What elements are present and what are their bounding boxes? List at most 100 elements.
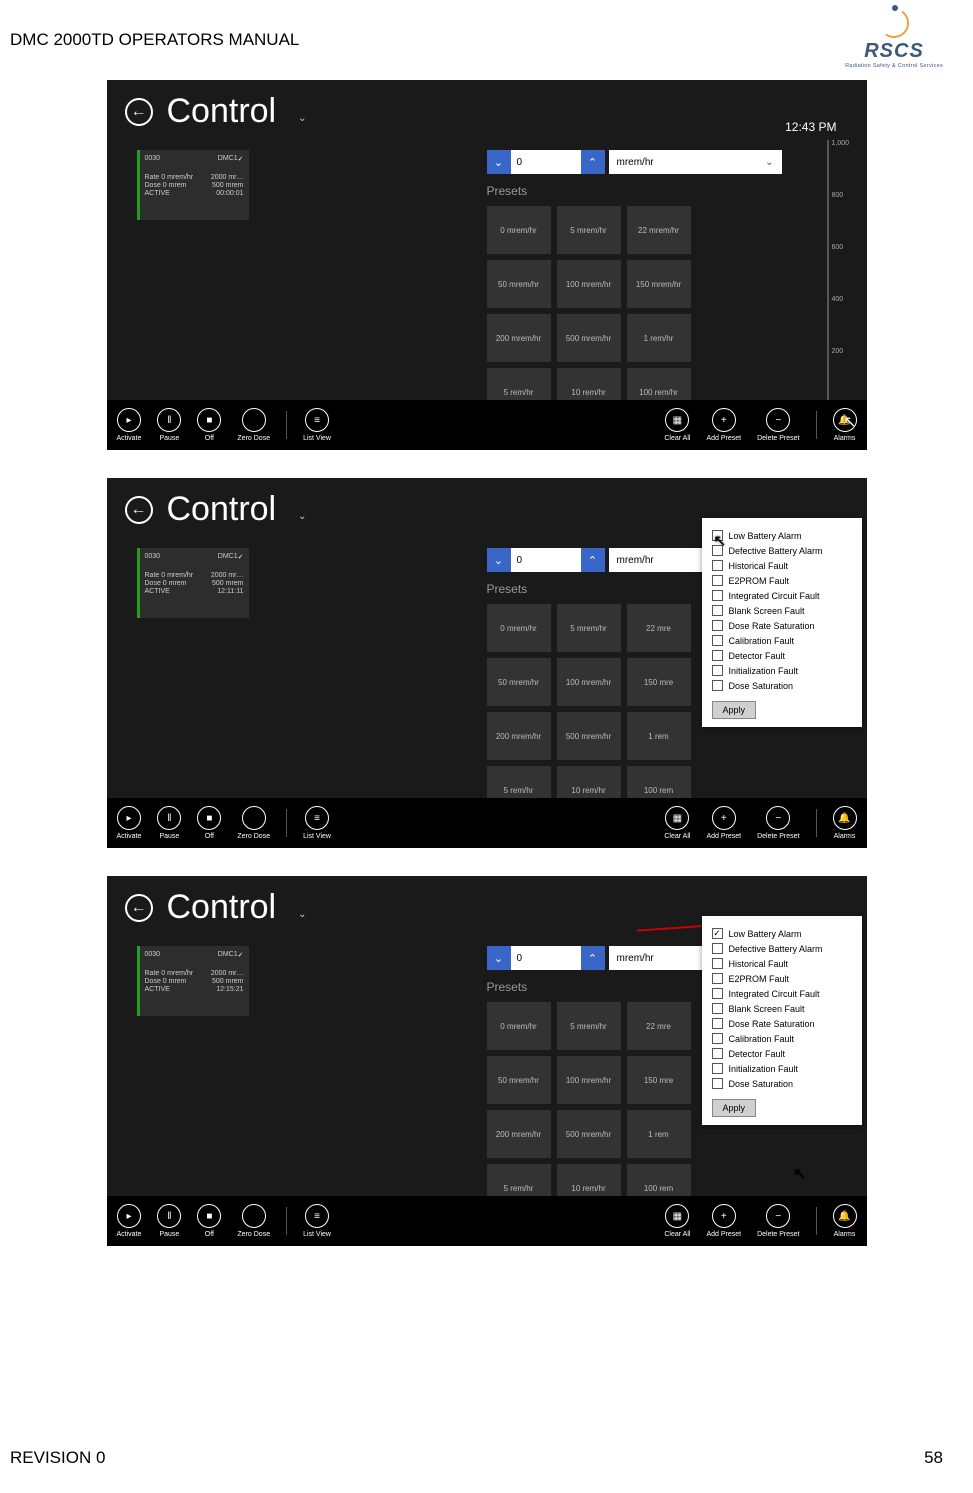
zero-dose-button[interactable]: Zero Dose	[237, 408, 270, 442]
checkbox[interactable]	[712, 530, 723, 541]
alarm-option[interactable]: Dose Rate Saturation	[712, 620, 852, 631]
activate-button[interactable]: ▸Activate	[117, 806, 142, 840]
alarm-option[interactable]: Dose Saturation	[712, 680, 852, 691]
zero-dose-button[interactable]: Zero Dose	[237, 806, 270, 840]
preset-button[interactable]: 150 mrem/hr	[627, 260, 691, 308]
preset-button[interactable]: 150 mre	[627, 1056, 691, 1104]
alarm-option[interactable]: Calibration Fault	[712, 1033, 852, 1044]
pause-button[interactable]: ‖Pause	[157, 408, 181, 442]
delete-preset-button[interactable]: −Delete Preset	[757, 408, 799, 442]
list-view-button[interactable]: ≡List View	[303, 806, 331, 840]
spinner-value-input[interactable]: 0	[511, 548, 581, 572]
pause-button[interactable]: ‖Pause	[157, 806, 181, 840]
preset-button[interactable]: 100 mrem/hr	[557, 1056, 621, 1104]
checkbox[interactable]	[712, 590, 723, 601]
preset-button[interactable]: 200 mrem/hr	[487, 1110, 551, 1158]
alarm-option[interactable]: Calibration Fault	[712, 635, 852, 646]
preset-button[interactable]: 500 mrem/hr	[557, 712, 621, 760]
clear-all-button[interactable]: ▦Clear All	[664, 408, 690, 442]
alarm-option[interactable]: Blank Screen Fault	[712, 1003, 852, 1014]
preset-button[interactable]: 500 mrem/hr	[557, 314, 621, 362]
checkbox[interactable]	[712, 575, 723, 586]
preset-button[interactable]: 0 mrem/hr	[487, 206, 551, 254]
spinner-up-button[interactable]: ⌃	[581, 946, 605, 970]
add-preset-button[interactable]: +Add Preset	[706, 806, 741, 840]
delete-preset-button[interactable]: −Delete Preset	[757, 1204, 799, 1238]
alarm-option[interactable]: Dose Rate Saturation	[712, 1018, 852, 1029]
spinner-value-input[interactable]: 0	[511, 946, 581, 970]
alarm-option[interactable]: ✓Low Battery Alarm	[712, 928, 852, 939]
checkbox[interactable]	[712, 680, 723, 691]
preset-button[interactable]: 5 mrem/hr	[557, 1002, 621, 1050]
spinner-up-button[interactable]: ⌃	[581, 150, 605, 174]
apply-button[interactable]: Apply	[712, 701, 757, 719]
activate-button[interactable]: ▸Activate	[117, 1204, 142, 1238]
alarm-option[interactable]: Defective Battery Alarm	[712, 943, 852, 954]
apply-button[interactable]: Apply	[712, 1099, 757, 1117]
back-button[interactable]: ←	[125, 894, 153, 922]
alarm-option[interactable]: Initialization Fault	[712, 665, 852, 676]
checkbox[interactable]	[712, 1033, 723, 1044]
alarm-option[interactable]: Low Battery Alarm	[712, 530, 852, 541]
alarms-button[interactable]: 🔔Alarms	[833, 806, 857, 840]
checkbox[interactable]	[712, 665, 723, 676]
alarm-option[interactable]: E2PROM Fault	[712, 973, 852, 984]
activate-button[interactable]: ▸Activate	[117, 408, 142, 442]
checkbox[interactable]	[712, 635, 723, 646]
alarm-option[interactable]: Blank Screen Fault	[712, 605, 852, 616]
device-tile[interactable]: 0030DMC1✓ Rate 0 mrem/hr2000 mr… Dose 0 …	[137, 548, 249, 618]
checkbox[interactable]	[712, 545, 723, 556]
alarm-option[interactable]: Detector Fault	[712, 1048, 852, 1059]
add-preset-button[interactable]: +Add Preset	[706, 408, 741, 442]
clear-all-button[interactable]: ▦Clear All	[664, 1204, 690, 1238]
alarm-option[interactable]: Dose Saturation	[712, 1078, 852, 1089]
checkbox[interactable]	[712, 650, 723, 661]
preset-button[interactable]: 200 mrem/hr	[487, 314, 551, 362]
checkbox[interactable]	[712, 958, 723, 969]
off-button[interactable]: ■Off	[197, 806, 221, 840]
checkbox[interactable]	[712, 943, 723, 954]
list-view-button[interactable]: ≡List View	[303, 408, 331, 442]
alarm-option[interactable]: Detector Fault	[712, 650, 852, 661]
preset-button[interactable]: 0 mrem/hr	[487, 1002, 551, 1050]
delete-preset-button[interactable]: −Delete Preset	[757, 806, 799, 840]
list-view-button[interactable]: ≡List View	[303, 1204, 331, 1238]
preset-button[interactable]: 0 mrem/hr	[487, 604, 551, 652]
dropdown-caret-icon[interactable]: ⌄	[298, 113, 306, 124]
checkbox[interactable]	[712, 1078, 723, 1089]
preset-button[interactable]: 100 mrem/hr	[557, 658, 621, 706]
spinner-up-button[interactable]: ⌃	[581, 548, 605, 572]
add-preset-button[interactable]: +Add Preset	[706, 1204, 741, 1238]
spinner-value-input[interactable]: 0	[511, 150, 581, 174]
checkbox[interactable]	[712, 560, 723, 571]
preset-button[interactable]: 50 mrem/hr	[487, 1056, 551, 1104]
preset-button[interactable]: 5 mrem/hr	[557, 604, 621, 652]
preset-button[interactable]: 50 mrem/hr	[487, 658, 551, 706]
alarm-option[interactable]: Integrated Circuit Fault	[712, 590, 852, 601]
checkbox-checked[interactable]: ✓	[712, 928, 723, 939]
checkbox[interactable]	[712, 1048, 723, 1059]
alarm-option[interactable]: Defective Battery Alarm	[712, 545, 852, 556]
preset-button[interactable]: 1 rem	[627, 712, 691, 760]
preset-button[interactable]: 22 mre	[627, 1002, 691, 1050]
alarm-option[interactable]: E2PROM Fault	[712, 575, 852, 586]
preset-button[interactable]: 22 mrem/hr	[627, 206, 691, 254]
preset-button[interactable]: 1 rem/hr	[627, 314, 691, 362]
alarms-button[interactable]: 🔔Alarms	[833, 1204, 857, 1238]
preset-button[interactable]: 150 mre	[627, 658, 691, 706]
checkbox[interactable]	[712, 1063, 723, 1074]
device-tile[interactable]: 0030DMC1✓ Rate 0 mrem/hr2000 mr… Dose 0 …	[137, 946, 249, 1016]
checkbox[interactable]	[712, 1018, 723, 1029]
spinner-down-button[interactable]: ⌄	[487, 548, 511, 572]
clear-all-button[interactable]: ▦Clear All	[664, 806, 690, 840]
back-button[interactable]: ←	[125, 496, 153, 524]
preset-button[interactable]: 200 mrem/hr	[487, 712, 551, 760]
alarms-button[interactable]: 🔔Alarms	[833, 408, 857, 442]
dropdown-caret-icon[interactable]: ⌄	[298, 909, 306, 920]
checkbox[interactable]	[712, 988, 723, 999]
preset-button[interactable]: 50 mrem/hr	[487, 260, 551, 308]
alarm-option[interactable]: Initialization Fault	[712, 1063, 852, 1074]
off-button[interactable]: ■Off	[197, 1204, 221, 1238]
unit-select[interactable]: mrem/hr	[609, 150, 782, 174]
checkbox[interactable]	[712, 973, 723, 984]
